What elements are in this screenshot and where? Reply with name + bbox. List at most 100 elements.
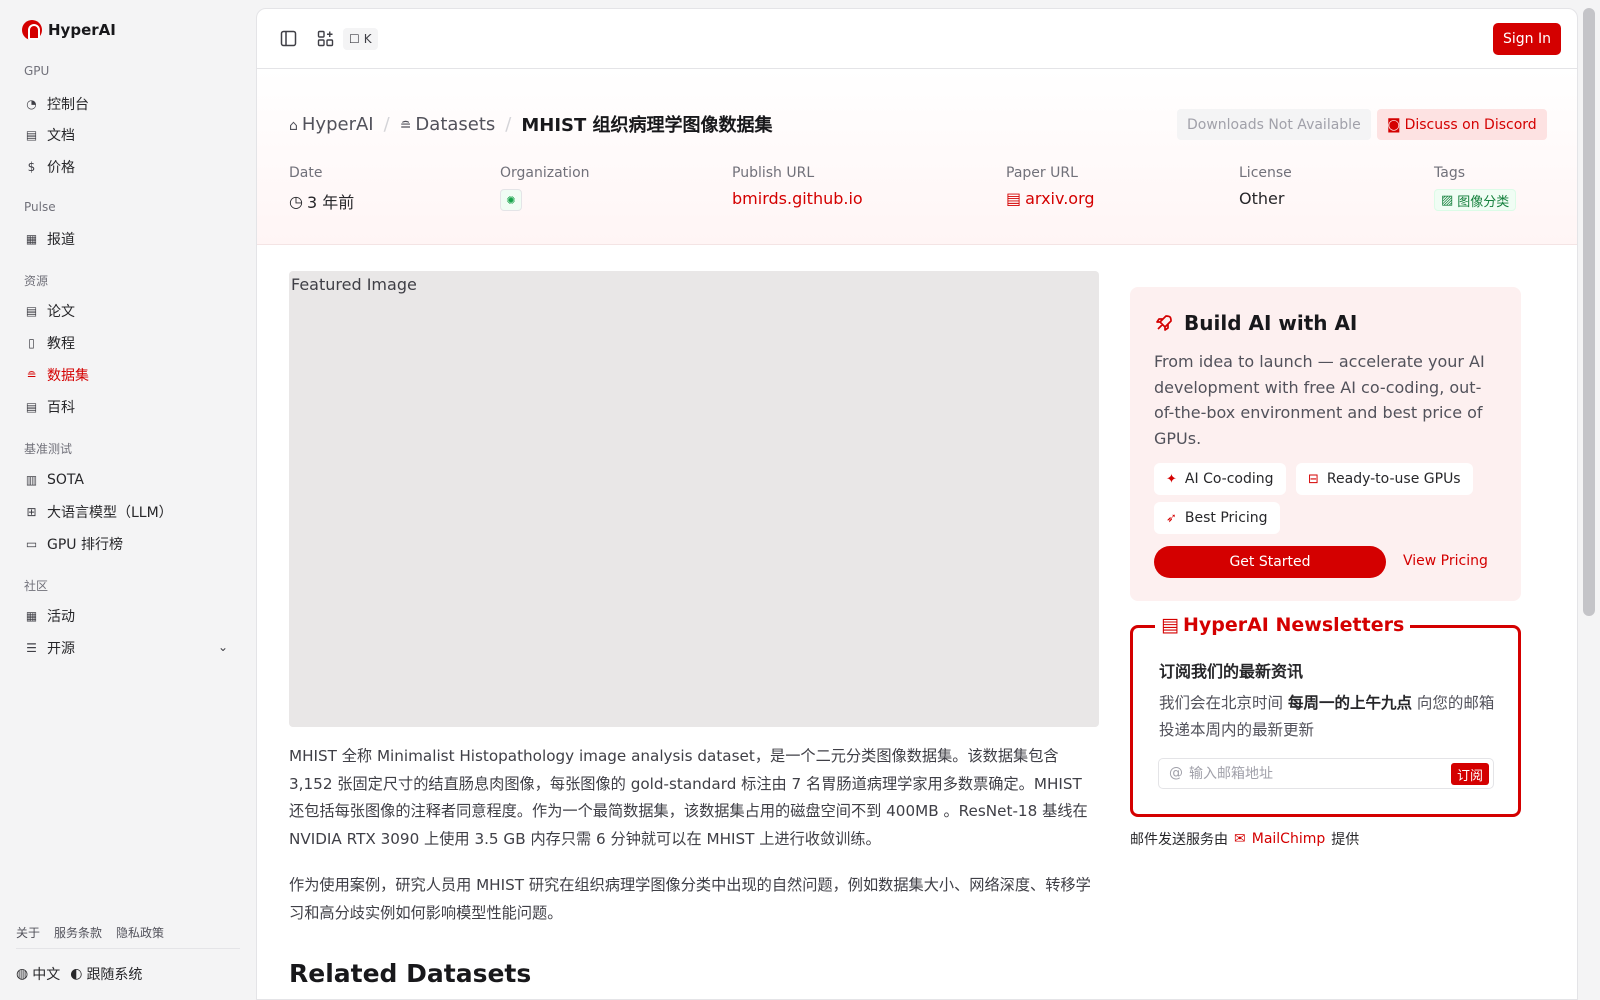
sidebar-item-open-source[interactable]: ☰ 开源 ⌄ — [16, 633, 240, 663]
discord-icon: ◙ — [1387, 116, 1401, 133]
pill-label: Best Pricing — [1184, 510, 1268, 526]
mailchimp-credit-pre: 邮件发送服务由 — [1130, 832, 1228, 848]
breadcrumb-home[interactable]: ⌂ HyperAI — [289, 114, 374, 135]
subscribe-button[interactable]: 订阅 — [1450, 763, 1489, 785]
document-icon: ▤ — [1006, 189, 1022, 208]
promo-body: From idea to launch — accelerate your AI… — [1154, 352, 1485, 448]
sidebar-item-gpu-leaderboard[interactable]: ▭ GPU 排行榜 — [16, 529, 240, 559]
featured-image-alt: Featured Image — [291, 275, 417, 294]
sidebar-item-wiki[interactable]: ▤ 百科 — [16, 392, 240, 422]
newsletter-box: ▤ HyperAI Newsletters 订阅我们的最新资讯 我们会在北京时间 … — [1130, 614, 1521, 817]
breadcrumb-home-label: HyperAI — [301, 113, 374, 135]
bar-chart-icon: ▥ — [25, 473, 38, 487]
doc-icon: ▤ — [25, 128, 38, 142]
breadcrumb-separator: / — [383, 113, 390, 135]
hyperai-logo-icon — [22, 20, 42, 40]
scrollbar-thumb[interactable] — [1583, 8, 1595, 616]
dataset-header: ⌂ HyperAI / ≘ Datasets / MHIST 组织病理学图像数据集 … — [257, 69, 1577, 245]
featured-image: Featured Image — [289, 271, 1099, 727]
license-value: Other — [1239, 189, 1285, 208]
command-key-icon: ☐ — [349, 32, 360, 46]
paper-icon: ▤ — [25, 304, 38, 318]
globe-icon: ◍ — [16, 966, 29, 982]
sparkle-icon: ✦ — [1166, 471, 1177, 487]
sidebar-item-tutorials[interactable]: ▯ 教程 — [16, 328, 240, 358]
search-shortcut[interactable]: ☐ K — [343, 28, 378, 50]
newsletter-subtitle: 订阅我们的最新资讯 — [1159, 662, 1304, 681]
meta-value: ◷ 3 年前 — [289, 189, 354, 213]
newsletter-time: 每周一的上午九点 — [1287, 694, 1412, 712]
at-icon: @ — [1169, 765, 1183, 781]
sidebar-item-datasets[interactable]: ≘ 数据集 — [16, 360, 240, 390]
database-icon: ≘ — [399, 117, 412, 134]
pill-label: Ready-to-use GPUs — [1326, 471, 1461, 487]
sidebar-item-label: 数据集 — [47, 368, 89, 384]
sidebar-item-pricing[interactable]: $ 价格 — [16, 152, 240, 182]
pill-label: AI Co-coding — [1184, 471, 1274, 487]
sidebar-item-label: 大语言模型（LLM） — [47, 505, 173, 521]
gauge-icon: ◔ — [26, 97, 37, 111]
list-icon: ☰ — [26, 641, 37, 655]
sidebar-item-events[interactable]: ▦ 活动 — [16, 601, 240, 631]
feature-pill-pricing: ➶ Best Pricing — [1154, 502, 1280, 534]
breadcrumb-separator: / — [505, 113, 512, 135]
paper-url-text: arxiv.org — [1025, 189, 1095, 208]
tag-image-classification[interactable]: ▨ 图像分类 — [1434, 189, 1517, 211]
sidebar-item-docs[interactable]: ▤ 文档 — [16, 120, 240, 150]
sidebar-item-console[interactable]: ◔ 控制台 — [16, 89, 240, 119]
sidebar-item-label: 控制台 — [47, 97, 89, 113]
cpu-icon: ⊞ — [26, 505, 37, 519]
discord-label: Discuss on Discord — [1404, 116, 1537, 133]
view-pricing-link[interactable]: View Pricing — [1403, 553, 1488, 569]
theme-switch[interactable]: ◐ 跟随系统 — [70, 964, 142, 984]
breadcrumb-datasets[interactable]: ≘ Datasets — [400, 114, 496, 135]
downloads-button[interactable]: Downloads Not Available — [1177, 109, 1371, 140]
wiki-icon: ▤ — [25, 400, 38, 414]
section-label-pulse: Pulse — [24, 200, 56, 214]
paper-url-link[interactable]: ▤ arxiv.org — [1006, 189, 1095, 208]
sidebar-toggle-button[interactable] — [277, 27, 299, 49]
sidebar-item-sota[interactable]: ▥ SOTA — [16, 465, 240, 495]
apps-button[interactable] — [314, 27, 336, 49]
language-switch[interactable]: ◍ 中文 — [16, 964, 60, 984]
discord-button[interactable]: ◙ Discuss on Discord — [1377, 109, 1547, 140]
sidebar-item-papers[interactable]: ▤ 论文 — [16, 296, 240, 326]
feature-pill-ai-co-coding: ✦ AI Co-coding — [1154, 463, 1286, 495]
meta-publish-url: Publish URL bmirds.github.io — [732, 165, 863, 208]
feature-pill-gpus: ⊟ Ready-to-use GPUs — [1296, 463, 1473, 495]
sidebar-item-label: SOTA — [47, 472, 84, 488]
email-field-wrapper: @ 订阅 — [1158, 758, 1494, 789]
mailchimp-link[interactable]: MailChimp — [1252, 831, 1326, 847]
get-started-button[interactable]: Get Started — [1154, 546, 1386, 578]
footer-link-privacy[interactable]: 隐私政策 — [116, 924, 164, 941]
footer-link-about[interactable]: 关于 — [16, 924, 40, 941]
database-icon: ≘ — [26, 368, 37, 382]
meta-label: Paper URL — [1006, 165, 1078, 181]
section-label-community: 社区 — [24, 579, 49, 593]
organization-logo-icon[interactable]: ✺ — [500, 189, 522, 211]
sidebar-item-news[interactable]: ▦ 报道 — [16, 224, 240, 254]
section-label-benchmarks: 基准测试 — [24, 442, 73, 456]
meta-label: License — [1239, 165, 1292, 181]
description-paragraph: 作为使用案例，研究人员用 MHIST 研究在组织病理学图像分类中出现的自然问题，… — [289, 876, 1091, 922]
meta-value: ▨ 图像分类 — [1434, 189, 1517, 211]
page-title: MHIST 组织病理学图像数据集 — [521, 115, 773, 136]
email-field[interactable] — [1189, 763, 1439, 785]
sidebar-item-label: 价格 — [47, 160, 75, 176]
footer-link-terms[interactable]: 服务条款 — [54, 924, 102, 941]
sidebar-item-label: GPU 排行榜 — [47, 537, 123, 553]
publish-url-link[interactable]: bmirds.github.io — [732, 189, 863, 208]
rocket-icon: ➶ — [1166, 510, 1177, 526]
sidebar-item-llm[interactable]: ⊞ 大语言模型（LLM） — [16, 497, 240, 527]
date-value: 3 年前 — [306, 193, 355, 212]
brand[interactable]: HyperAI — [22, 20, 116, 40]
newsletter-title-text: HyperAI Newsletters — [1182, 614, 1405, 636]
breadcrumb-datasets-label: Datasets — [415, 113, 496, 135]
sidebar-item-label: 活动 — [47, 609, 75, 625]
meta-label: Tags — [1434, 165, 1465, 181]
mail-icon: ✉ — [1234, 831, 1246, 847]
promo-title-text: Build AI with AI — [1184, 311, 1358, 335]
newspaper-icon: ▤ — [1161, 614, 1179, 636]
main-panel: ☐ K Sign In ⌂ HyperAI / ≘ Datasets / MHIST … — [256, 8, 1578, 1000]
sign-in-button[interactable]: Sign In — [1493, 23, 1561, 55]
